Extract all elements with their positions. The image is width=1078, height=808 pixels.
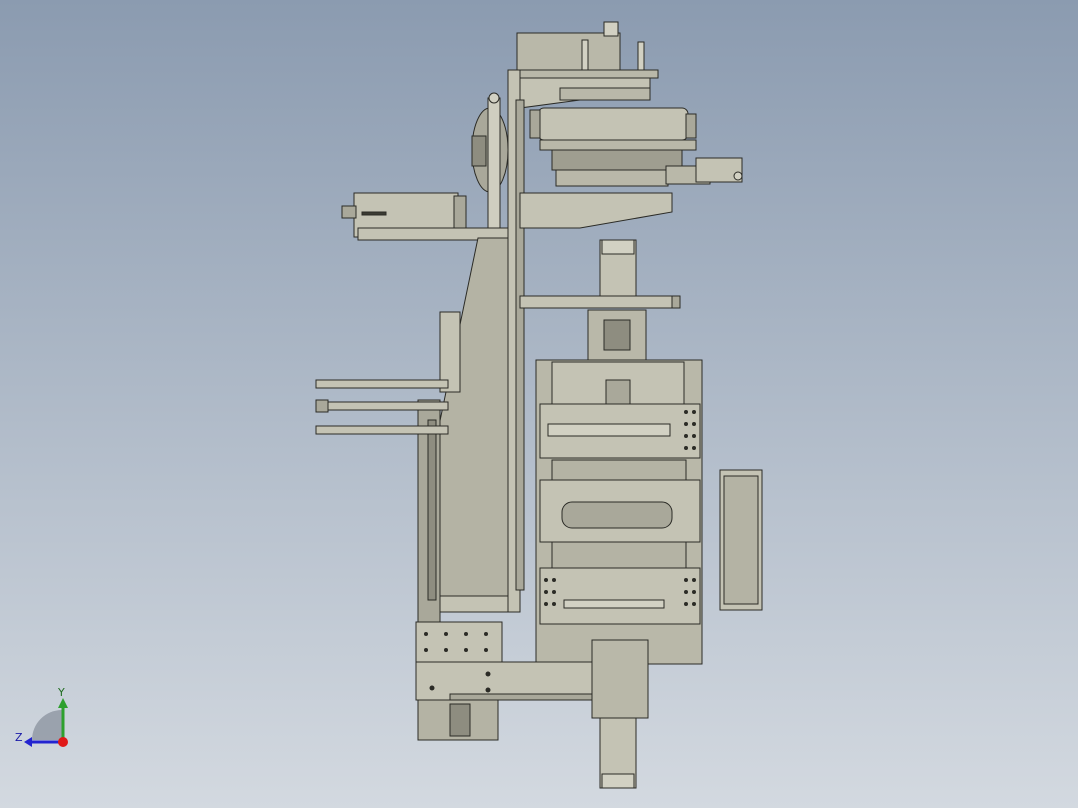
plate-d xyxy=(539,567,701,625)
bottom-arm-slot xyxy=(449,693,597,701)
cad-viewport[interactable]: Y Z xyxy=(0,0,1078,808)
z-axis-arrow xyxy=(24,737,32,747)
motor-body xyxy=(537,107,689,141)
motor-mount xyxy=(539,139,697,151)
left-cylinder-rod xyxy=(341,205,357,219)
top-post-left xyxy=(581,39,589,71)
cross-rod xyxy=(519,295,679,309)
lower-roller xyxy=(561,501,673,529)
cross-rod-end xyxy=(671,295,681,309)
coordinate-triad-icon xyxy=(24,698,68,747)
coupler-core xyxy=(603,319,631,351)
rod-1 xyxy=(315,379,449,389)
triad-arc xyxy=(32,710,62,740)
plate-c xyxy=(551,541,687,569)
left-cylinder-slot xyxy=(361,211,387,216)
belt-top-cap xyxy=(488,92,500,104)
guide-bar xyxy=(563,599,665,609)
motor-end-left xyxy=(529,109,541,139)
inner-column xyxy=(515,99,525,591)
y-axis-arrow xyxy=(58,698,68,708)
tapered-column-base xyxy=(435,595,509,613)
belt-strap xyxy=(487,97,501,239)
top-small-block xyxy=(603,21,619,37)
base-plate xyxy=(415,621,503,663)
bottom-rail-core xyxy=(449,703,471,737)
plate-b xyxy=(551,459,687,483)
rod-2-cap xyxy=(315,399,329,413)
y-axis-label: Y xyxy=(58,686,65,699)
origin-dot xyxy=(58,737,68,747)
knife-bar xyxy=(547,423,671,437)
rod-3 xyxy=(315,425,449,435)
lower-mount xyxy=(591,639,649,719)
upper-servo-cap xyxy=(601,239,635,255)
left-rail-inner xyxy=(427,419,437,601)
sensor-knob xyxy=(733,171,743,181)
top-plate xyxy=(511,69,659,79)
z-axis-label: Z xyxy=(15,731,23,744)
rod-2 xyxy=(319,401,449,411)
gear-box xyxy=(551,149,683,171)
motor-end-right xyxy=(685,113,697,139)
screw-block xyxy=(605,379,631,405)
pulley-hub xyxy=(471,135,487,167)
left-cylinder-cap xyxy=(453,195,467,231)
right-box-inner xyxy=(723,475,759,605)
assembly-drawing[interactable] xyxy=(0,0,1078,808)
lower-servo-cap xyxy=(601,773,635,789)
top-bar xyxy=(559,87,651,101)
top-post-right xyxy=(637,41,645,73)
slide-block xyxy=(555,169,669,187)
top-bracket xyxy=(516,32,621,74)
